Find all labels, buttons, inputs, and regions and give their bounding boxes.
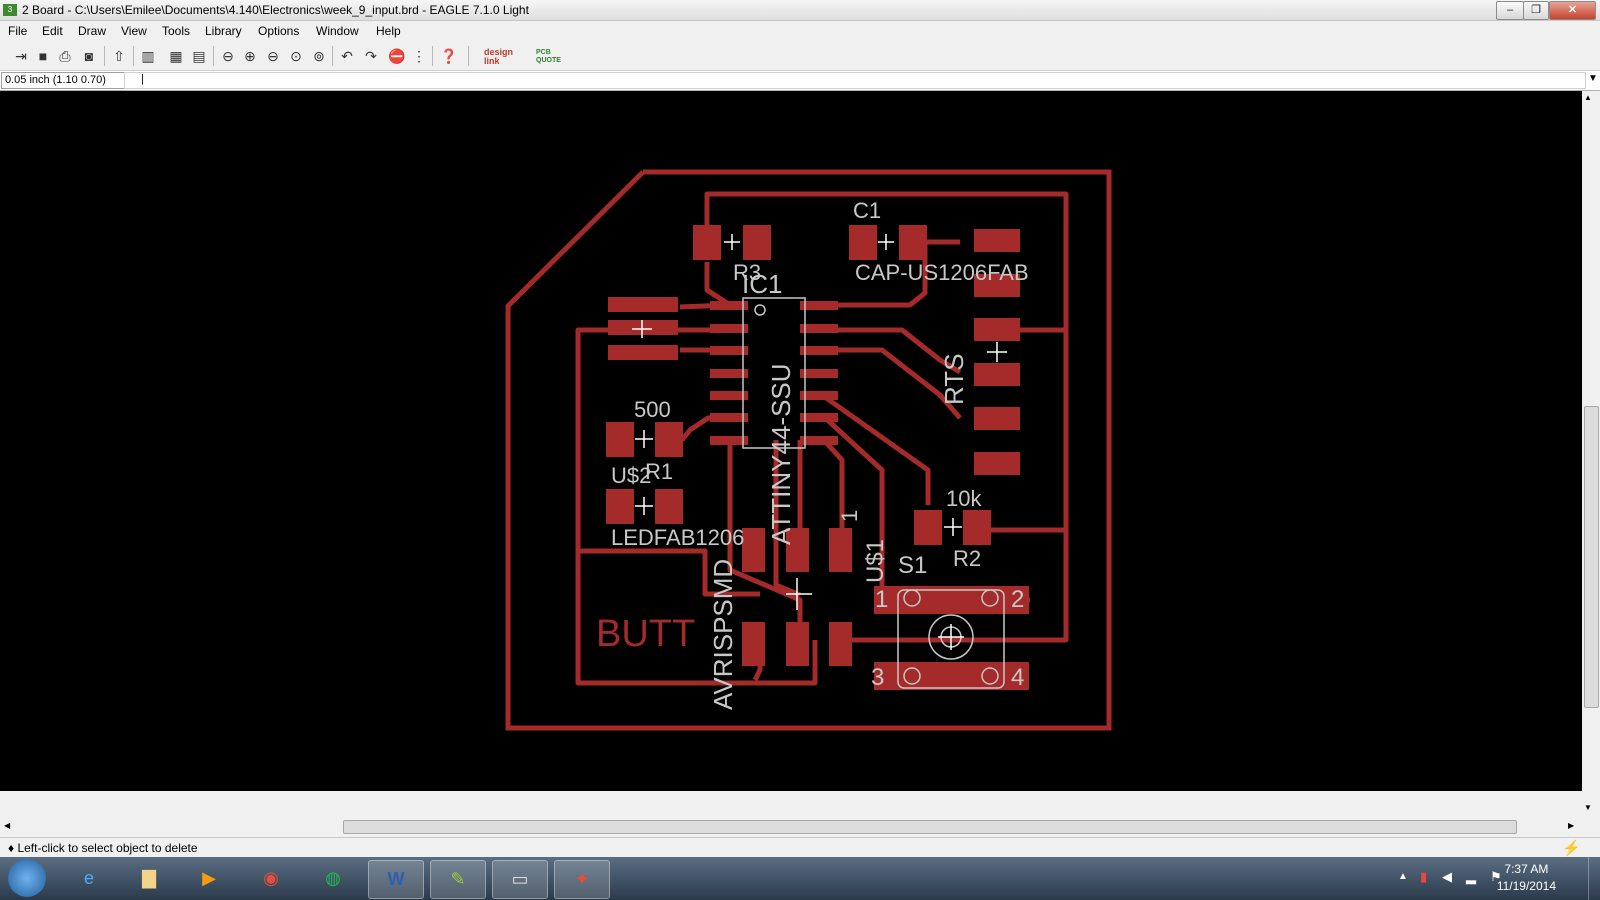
command-dropdown-icon[interactable]: ▼ bbox=[1588, 73, 1598, 84]
label-avrisp: AVRISPSMD bbox=[708, 559, 738, 710]
menu-tools[interactable]: Tools bbox=[162, 24, 190, 38]
tray-network-icon[interactable]: ▮ bbox=[1420, 869, 1427, 885]
scroll-right-icon[interactable]: ▶ bbox=[1568, 821, 1574, 830]
label-500: 500 bbox=[634, 397, 671, 422]
label-10k: 10k bbox=[946, 486, 982, 511]
ie-icon[interactable]: e bbox=[62, 860, 116, 897]
menu-window[interactable]: Window bbox=[316, 24, 359, 38]
show-desktop-button[interactable] bbox=[1588, 857, 1600, 900]
zoom-redraw-icon[interactable]: ⊙ bbox=[287, 47, 305, 65]
status-bar: ♦ Left-click to select object to delete … bbox=[0, 837, 1600, 857]
redo-icon[interactable]: ↷ bbox=[362, 47, 380, 65]
cam-icon[interactable]: ◙ bbox=[80, 47, 98, 65]
save-icon[interactable]: ■ bbox=[34, 47, 52, 65]
help-icon[interactable]: ❓ bbox=[440, 47, 458, 65]
label-s1: S1 bbox=[898, 552, 927, 579]
menu-file[interactable]: File bbox=[8, 24, 27, 38]
label-us1: U$1 bbox=[862, 539, 889, 583]
schematic-icon[interactable]: ▦ bbox=[167, 47, 185, 65]
command-input[interactable]: | bbox=[124, 72, 1586, 89]
coordinate-display: 0.05 inch (1.10 0.70) bbox=[1, 72, 125, 89]
undo-icon[interactable]: ↶ bbox=[338, 47, 356, 65]
restore-button[interactable]: ❐ bbox=[1523, 1, 1549, 20]
window-title: 2 Board - C:\Users\Emilee\Documents\4.14… bbox=[22, 3, 529, 17]
board-canvas[interactable]: C1 CAP-US1206FAB R3 IC1 ATTINY44-SSU RTS… bbox=[0, 91, 1582, 791]
menu-library[interactable]: Library bbox=[205, 24, 242, 38]
menu-edit[interactable]: Edit bbox=[42, 24, 63, 38]
label-butt: BUTT bbox=[596, 613, 695, 655]
stop-icon[interactable]: ⛔ bbox=[388, 47, 406, 65]
cmd-icon[interactable]: ▭ bbox=[492, 860, 548, 899]
tray-volume-icon[interactable]: ◀ bbox=[1442, 869, 1452, 885]
ready-icon[interactable]: ⚡ bbox=[1562, 839, 1581, 857]
go-icon[interactable]: ⋮ bbox=[410, 47, 428, 65]
command-cursor: | bbox=[141, 73, 144, 85]
scroll-up-icon[interactable]: ▲ bbox=[1584, 93, 1592, 102]
chrome-icon[interactable]: ◉ bbox=[244, 860, 298, 897]
label-pin4: 4 bbox=[1011, 664, 1024, 691]
media-player-icon[interactable]: ▶ bbox=[182, 860, 236, 897]
open-icon[interactable]: ⇥ bbox=[12, 47, 30, 65]
command-line: 0.05 inch (1.10 0.70) | ▼ bbox=[0, 71, 1600, 91]
vertical-scrollbar[interactable]: ▲ ▼ bbox=[1582, 91, 1600, 818]
menu-view[interactable]: View bbox=[121, 24, 147, 38]
label-pin1: 1 bbox=[875, 586, 888, 613]
eagle-app-icon: 3 bbox=[3, 4, 17, 16]
zoom-select-icon[interactable]: ⊚ bbox=[310, 47, 328, 65]
horizontal-scrollbar[interactable]: ◀ ▶ bbox=[0, 818, 1582, 836]
label-one: 1 bbox=[837, 510, 862, 522]
start-button[interactable] bbox=[8, 859, 46, 897]
tray-signal-icon[interactable]: ▂ bbox=[1466, 869, 1476, 885]
clock-date: 11/19/2014 bbox=[1496, 879, 1556, 893]
label-cap: CAP-US1206FAB bbox=[855, 260, 1029, 285]
library-icon[interactable]: ▥ bbox=[139, 47, 157, 65]
notepad-icon[interactable]: ✎ bbox=[430, 860, 486, 899]
horizontal-scroll-thumb[interactable] bbox=[343, 820, 1517, 834]
scroll-down-icon[interactable]: ▼ bbox=[1584, 803, 1592, 812]
word-icon[interactable]: W bbox=[368, 860, 424, 899]
label-pin3: 3 bbox=[871, 664, 884, 691]
menu-draw[interactable]: Draw bbox=[78, 24, 106, 38]
board-icon[interactable]: ▤ bbox=[190, 47, 208, 65]
label-rts: RTS bbox=[939, 353, 969, 405]
designlink-button[interactable]: design link bbox=[484, 48, 526, 66]
clock[interactable]: 7:37 AM 11/19/2014 bbox=[1497, 861, 1556, 895]
zoom-in-icon[interactable]: ⊕ bbox=[241, 47, 259, 65]
menu-options[interactable]: Options bbox=[258, 24, 299, 38]
title-bar: 3 2 Board - C:\Users\Emilee\Documents\4.… bbox=[0, 0, 1600, 21]
zoom-out-icon[interactable]: ⊖ bbox=[264, 47, 282, 65]
label-r2: R2 bbox=[953, 546, 981, 571]
scroll-left-icon[interactable]: ◀ bbox=[4, 821, 10, 830]
print-icon[interactable]: ⎙ bbox=[56, 47, 74, 65]
script-icon[interactable]: ⇧ bbox=[110, 47, 128, 65]
menu-bar: File Edit Draw View Tools Library Option… bbox=[0, 21, 1600, 41]
label-attiny: ATTINY44-SSU bbox=[766, 363, 796, 545]
minimize-button[interactable]: – bbox=[1496, 1, 1524, 20]
zoom-fit-icon[interactable]: ⊖ bbox=[219, 47, 237, 65]
label-ic1: IC1 bbox=[742, 269, 782, 299]
pcb-drawing: C1 CAP-US1206FAB R3 IC1 ATTINY44-SSU RTS… bbox=[505, 169, 1112, 731]
label-pin2: 2 bbox=[1011, 586, 1024, 613]
label-us2: U$2 bbox=[611, 463, 651, 488]
tray-arrow-icon[interactable]: ▲ bbox=[1398, 871, 1408, 882]
vertical-scroll-thumb[interactable] bbox=[1584, 406, 1599, 708]
pcb-quote-button[interactable]: PCB QUOTE bbox=[536, 49, 572, 65]
eagle-task-icon[interactable]: ✦ bbox=[554, 860, 610, 899]
close-button[interactable]: ✕ bbox=[1549, 1, 1596, 20]
clock-time: 7:37 AM bbox=[1504, 862, 1549, 876]
label-ledfab: LEDFAB1206 bbox=[611, 525, 744, 550]
spotify-icon[interactable]: ◍ bbox=[306, 860, 360, 897]
explorer-icon[interactable]: ▇ bbox=[122, 860, 176, 897]
menu-help[interactable]: Help bbox=[376, 24, 401, 38]
toolbar: ⇥ ■ ⎙ ◙ ⇧ ▥ ▦ ▤ ⊖ ⊕ ⊖ ⊙ ⊚ ↶ ↷ ⛔ ⋮ ❓ desi… bbox=[0, 42, 1600, 71]
status-message: ♦ Left-click to select object to delete bbox=[8, 841, 198, 855]
taskbar: e ▇ ▶ ◉ ◍ W ✎ ▭ ✦ ▲ ▮ ◀ ▂ ⚑ 7:37 AM 11/1… bbox=[0, 857, 1600, 900]
label-c1: C1 bbox=[853, 198, 881, 223]
